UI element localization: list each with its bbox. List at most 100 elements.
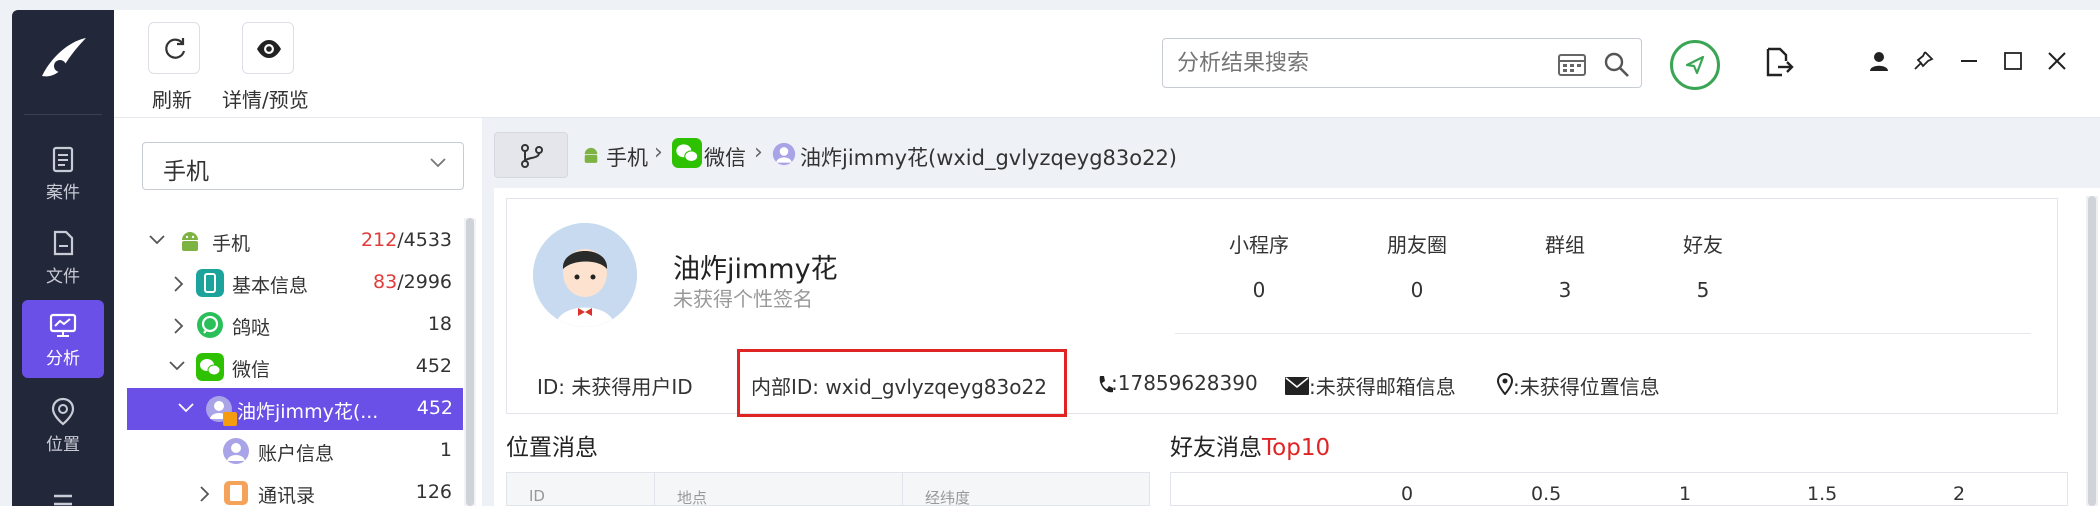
stat-groups[interactable]: 群组 3 (1495, 229, 1635, 302)
wechat-icon (196, 353, 224, 381)
tree-row-label: 油炸jimmy花(... (237, 401, 379, 423)
friends-chart: 0 0.5 1 1.5 2 (1170, 472, 2068, 506)
tree-row-label: 微信 (232, 359, 271, 381)
branch-button[interactable] (494, 132, 568, 178)
rail-item-label: 分析 (46, 349, 80, 369)
mail-icon (1285, 377, 1309, 395)
stat-label: 朋友圈 (1387, 233, 1447, 257)
rail-item-analysis[interactable]: 分析 (22, 300, 104, 378)
tree-row-label: 基本信息 (232, 275, 309, 297)
chevron-down-icon[interactable] (177, 401, 195, 415)
profile-divider (1175, 333, 2031, 334)
tree-row-count: 83/2996 (373, 271, 452, 293)
chevron-down-icon[interactable] (148, 233, 166, 247)
tree-row-wechat[interactable]: 微信 452 (114, 346, 462, 388)
tree-row-account-info[interactable]: 账户信息 1 (114, 430, 462, 472)
tree-row-count: 452 (415, 355, 452, 377)
breadcrumb-separator: › (754, 140, 763, 165)
tree-scrollbar[interactable] (464, 218, 476, 506)
column-header-place[interactable]: 地点 (655, 473, 903, 506)
search-input[interactable] (1177, 49, 1537, 77)
user-avatar-icon (772, 142, 796, 166)
eye-icon (257, 40, 281, 58)
gedda-icon (197, 312, 223, 338)
phone-info-icon (196, 269, 224, 297)
rail-item-label: 文件 (46, 267, 80, 287)
top-toolbar: 刷新 详情/预览 (114, 10, 2100, 118)
analysis-monitor-icon (49, 313, 77, 337)
refresh-button[interactable] (148, 22, 200, 74)
stat-value: 3 (1558, 278, 1572, 302)
location-pin-icon (51, 397, 75, 426)
profile-signature: 未获得个性签名 (673, 287, 813, 311)
stat-mini-programs[interactable]: 小程序 0 (1189, 229, 1329, 302)
axis-tick: 0.5 (1531, 483, 1562, 505)
chevron-right-icon[interactable] (172, 275, 186, 293)
stat-value: 5 (1696, 278, 1710, 302)
friends-top10-title: 好友消息Top10 (1170, 435, 1331, 461)
calendar-icon[interactable] (1557, 51, 1587, 77)
pin-icon[interactable] (1912, 50, 1934, 72)
breadcrumb-separator: › (654, 140, 663, 165)
tree-scrollbar-thumb[interactable] (466, 218, 474, 506)
email-text: :未获得邮箱信息 (1309, 375, 1456, 399)
internal-id-text: 内部ID: wxid_gvlyzqeyg83o22 (751, 375, 1047, 399)
source-tree-panel: 手机 手机 212/4533 基本信息 83/2996 鸽哒 18 微信 452… (114, 118, 482, 506)
tree-row-gedda[interactable]: 鸽哒 18 (114, 304, 462, 346)
breadcrumb-item-phone[interactable]: 手机 (606, 142, 648, 172)
tree-row-label: 手机 (212, 233, 251, 255)
location-pin-icon (1497, 373, 1513, 395)
user-id-text: ID: 未获得用户ID (537, 375, 693, 399)
details-preview-button[interactable] (242, 22, 294, 74)
location-table-header: ID 地点 经纬度 (506, 472, 1150, 506)
tree-row-wechat-account[interactable]: 油炸jimmy花(... 452 (127, 388, 463, 430)
clipboard-icon (52, 146, 74, 173)
tree-row-basic-info[interactable]: 基本信息 83/2996 (114, 262, 462, 304)
rail-item-files[interactable]: 文件 (22, 218, 104, 296)
refresh-label: 刷新 (152, 88, 192, 112)
tree-row-count: 126 (415, 481, 452, 503)
rail-item-more[interactable] (22, 474, 104, 506)
contacts-icon (224, 481, 248, 505)
locate-button[interactable] (1670, 40, 1720, 90)
tree-row-label: 鸽哒 (232, 317, 271, 339)
user-icon[interactable] (1868, 50, 1890, 72)
stat-moments[interactable]: 朋友圈 0 (1347, 229, 1487, 302)
maximize-icon[interactable] (2002, 50, 2024, 72)
chevron-down-icon[interactable] (168, 359, 186, 373)
search-icon[interactable] (1603, 51, 1631, 79)
chevron-right-icon[interactable] (172, 317, 186, 335)
stat-friends[interactable]: 好友 5 (1633, 229, 1773, 302)
axis-tick: 0 (1401, 483, 1414, 505)
chevron-right-icon[interactable] (198, 485, 212, 503)
details-preview-label: 详情/预览 (222, 88, 309, 112)
stat-label: 小程序 (1229, 233, 1289, 257)
stat-label: 好友 (1683, 233, 1723, 257)
device-select[interactable]: 手机 (142, 142, 464, 190)
breadcrumb-item-wechat[interactable]: 微信 (704, 142, 746, 172)
stat-value: 0 (1252, 278, 1266, 302)
analysis-search-box[interactable] (1162, 38, 1642, 88)
rail-item-label: 案件 (46, 183, 80, 203)
tree-row-contacts[interactable]: 通讯录 126 (114, 472, 462, 506)
tree-row-count: 452 (416, 397, 453, 419)
profile-name: 油炸jimmy花 (673, 254, 838, 285)
column-header-id[interactable]: ID (507, 473, 655, 506)
rail-item-cases[interactable]: 案件 (22, 134, 104, 212)
file-icon (53, 230, 74, 256)
export-icon[interactable] (1764, 45, 1794, 79)
main-scrollbar[interactable] (2086, 196, 2098, 506)
cartoon-avatar-icon (533, 223, 637, 327)
column-header-coordinates[interactable]: 经纬度 (903, 473, 1149, 506)
minimize-icon[interactable] (1958, 50, 1980, 72)
close-icon[interactable] (2046, 50, 2068, 72)
app-logo-icon (42, 38, 86, 77)
main-scrollbar-thumb[interactable] (2088, 196, 2096, 506)
tree-row-phone[interactable]: 手机 212/4533 (114, 220, 462, 262)
main-content: 油炸jimmy花 未获得个性签名 小程序 0 朋友圈 0 群组 3 好友 5 I… (494, 188, 2100, 506)
breadcrumb-item-account[interactable]: 油炸jimmy花(wxid_gvlyzqeyg83o22) (800, 142, 1177, 172)
rail-item-location[interactable]: 位置 (22, 386, 104, 464)
location-messages-title: 位置消息 (506, 435, 598, 461)
android-icon (182, 232, 198, 251)
rail-separator (24, 114, 102, 115)
